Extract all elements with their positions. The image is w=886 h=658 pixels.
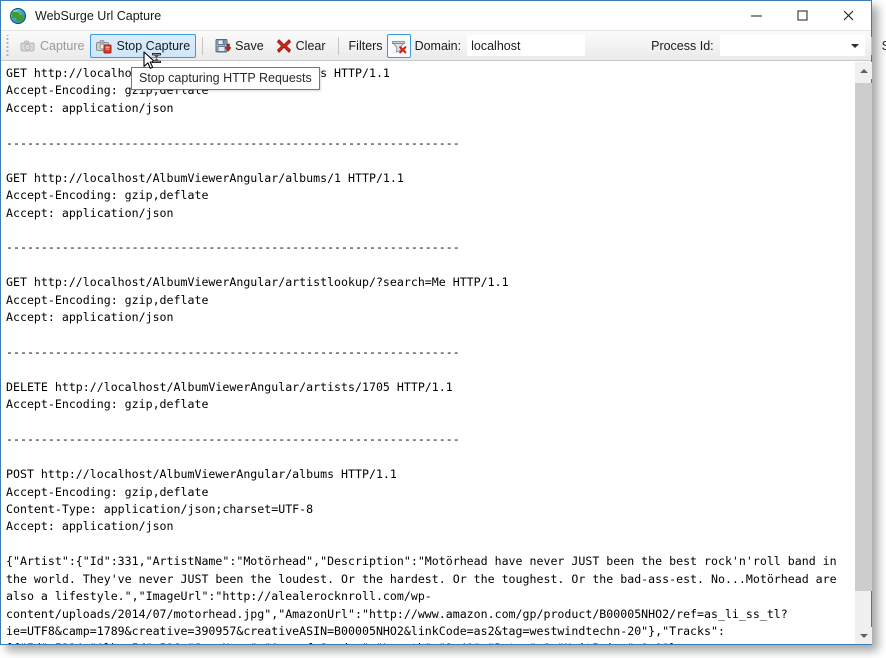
filter-toggle-button[interactable] xyxy=(386,33,411,58)
toolbar-separator-3 xyxy=(870,36,872,55)
log-line: ----------------------------------------… xyxy=(6,135,460,150)
log-line: GET http://localhost/AlbumViewerAngular/… xyxy=(6,275,509,290)
log-line: Accept-Encoding: gzip,deflate xyxy=(6,292,209,307)
red-x-icon xyxy=(276,38,292,54)
scroll-up-button[interactable] xyxy=(855,62,872,79)
toolbar-separator-2 xyxy=(337,36,339,55)
toolbar-separator xyxy=(202,36,204,55)
log-line: Accept-Encoding: gzip,deflate xyxy=(6,484,209,499)
log-line: ----------------------------------------… xyxy=(6,432,460,447)
application-window: WebSurge Url Capture Capture Stop Captur… xyxy=(0,0,886,645)
log-line: ----------------------------------------… xyxy=(6,345,460,359)
domain-label: Domain: xyxy=(414,38,462,53)
save-label: Save xyxy=(235,38,264,53)
stop-capture-label: Stop Capture xyxy=(116,38,191,53)
log-line: Accept: application/json xyxy=(6,205,174,220)
log-line: Accept: application/json xyxy=(6,100,174,115)
process-id-label: Process Id: xyxy=(651,38,714,53)
clear-label: Clear xyxy=(295,38,326,53)
toolbar-grip[interactable] xyxy=(5,34,12,57)
capture-label: Capture xyxy=(40,38,85,53)
log-line: [{"Id":5224,"AlbumId":516,"SongName":"Ac… xyxy=(6,640,854,644)
process-id-combobox[interactable] xyxy=(719,35,865,56)
close-button[interactable] xyxy=(825,1,871,30)
save-disk-icon xyxy=(215,38,232,54)
log-line: Content-Type: application/json;charset=U… xyxy=(6,501,314,516)
chevron-down-icon xyxy=(859,633,868,638)
domain-input[interactable] xyxy=(467,35,586,56)
camera-stop-icon xyxy=(96,38,112,54)
request-log-textarea[interactable]: GET http://localhost/AlbumViewerAngular/… xyxy=(1,62,854,644)
log-line: ----------------------------------------… xyxy=(6,240,460,255)
save-button[interactable]: Save xyxy=(209,34,270,58)
toolbar: Capture Stop Capture Save Clear Filters … xyxy=(1,30,886,61)
log-line: POST http://localhost/AlbumViewerAngular… xyxy=(6,467,397,482)
ssl-cert-label: SSL Cert xyxy=(881,38,886,53)
title-bar: WebSurge Url Capture xyxy=(1,1,871,30)
scrollbar-thumb[interactable] xyxy=(855,83,872,591)
log-line: {"Artist":{"Id":331,"ArtistName":"Motörh… xyxy=(6,554,837,569)
log-line: Accept-Encoding: gzip,deflate xyxy=(6,188,209,203)
globe-icon xyxy=(10,7,26,24)
chevron-up-icon xyxy=(859,68,868,73)
scrollbar-track[interactable] xyxy=(855,79,872,627)
log-line: also a lifestyle.","ImageUrl":"http://al… xyxy=(6,589,432,604)
ssl-cert-button[interactable]: SSL Cert xyxy=(878,39,886,53)
log-line: DELETE http://localhost/AlbumViewerAngul… xyxy=(6,379,453,394)
scroll-down-button[interactable] xyxy=(855,627,872,644)
content-area: GET http://localhost/AlbumViewerAngular/… xyxy=(1,62,872,644)
log-line: GET http://localhost/AlbumViewerAngular/… xyxy=(6,170,404,185)
filters-label[interactable]: Filters xyxy=(345,39,387,53)
window-title: WebSurge Url Capture xyxy=(35,8,162,23)
log-line: Accept: application/json xyxy=(6,310,174,325)
log-line: content/uploads/2014/07/motorhead.jpg","… xyxy=(6,606,788,621)
vertical-scrollbar[interactable] xyxy=(854,62,872,644)
log-line: Accept: application/json xyxy=(6,519,174,534)
filter-off-icon xyxy=(391,38,407,54)
tooltip: Stop capturing HTTP Requests xyxy=(131,67,320,90)
capture-button[interactable]: Capture xyxy=(14,34,90,58)
camera-icon xyxy=(20,38,36,54)
minimize-button[interactable] xyxy=(733,1,779,30)
log-line: the world. They've never JUST been the l… xyxy=(6,571,837,586)
window-controls xyxy=(733,1,871,30)
clear-button[interactable]: Clear xyxy=(270,34,332,58)
chevron-down-icon xyxy=(850,43,859,48)
log-line: Accept-Encoding: gzip,deflate xyxy=(6,397,209,412)
stop-capture-button[interactable]: Stop Capture xyxy=(90,33,197,58)
maximize-button[interactable] xyxy=(779,1,825,30)
log-line: ie=UTF8&camp=1789&creative=390957&creati… xyxy=(6,624,725,638)
